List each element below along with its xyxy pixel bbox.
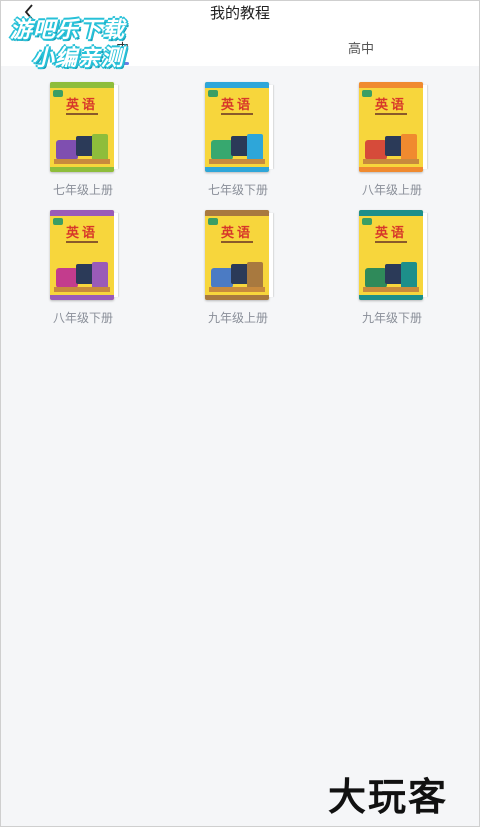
cover-illustration bbox=[54, 250, 110, 292]
watermark-line-2: 小编亲测 bbox=[32, 46, 125, 71]
book-label: 七年级下册 bbox=[207, 183, 268, 197]
book-cover[interactable]: 英语 bbox=[359, 82, 427, 172]
book-cover[interactable]: 英语 bbox=[50, 210, 118, 300]
cover-title: 英语 bbox=[65, 226, 98, 241]
cover-title: 英语 bbox=[65, 98, 98, 113]
brand-watermark-logo: 大玩客 bbox=[324, 766, 474, 819]
book-label: 九年级上册 bbox=[207, 311, 268, 325]
cover-title: 英语 bbox=[220, 98, 253, 113]
textbook-card[interactable]: 英语 九年级下册 bbox=[342, 210, 442, 326]
book-label: 八年级上册 bbox=[361, 183, 422, 197]
textbook-card[interactable]: 英语 七年级上册 bbox=[33, 82, 133, 198]
textbook-card[interactable]: 英语 八年级上册 bbox=[342, 82, 442, 198]
tab-senior-high[interactable]: 高中 bbox=[348, 38, 374, 57]
cover-illustration bbox=[363, 250, 419, 292]
cover-illustration bbox=[209, 122, 265, 164]
book-cover[interactable]: 英语 bbox=[359, 210, 427, 300]
book-label: 八年级下册 bbox=[52, 311, 113, 325]
book-cover[interactable]: 英语 bbox=[205, 210, 273, 300]
textbook-card[interactable]: 英语 七年级下册 bbox=[188, 82, 288, 198]
brand-watermark-text: 大玩客 bbox=[328, 775, 449, 819]
book-label: 七年级上册 bbox=[52, 183, 113, 197]
watermark-logo: 游吧乐下载 小编亲测 bbox=[8, 8, 148, 71]
cover-title: 英语 bbox=[220, 226, 253, 241]
cover-title: 英语 bbox=[374, 226, 407, 241]
cover-illustration bbox=[363, 122, 419, 164]
book-label: 九年级下册 bbox=[361, 311, 422, 325]
book-cover[interactable]: 英语 bbox=[205, 82, 273, 172]
book-cover[interactable]: 英语 bbox=[50, 82, 118, 172]
cover-illustration bbox=[209, 250, 265, 292]
cover-title: 英语 bbox=[374, 98, 407, 113]
textbook-card[interactable]: 英语 八年级下册 bbox=[33, 210, 133, 326]
textbook-card[interactable]: 英语 九年级上册 bbox=[188, 210, 288, 326]
cover-illustration bbox=[54, 122, 110, 164]
